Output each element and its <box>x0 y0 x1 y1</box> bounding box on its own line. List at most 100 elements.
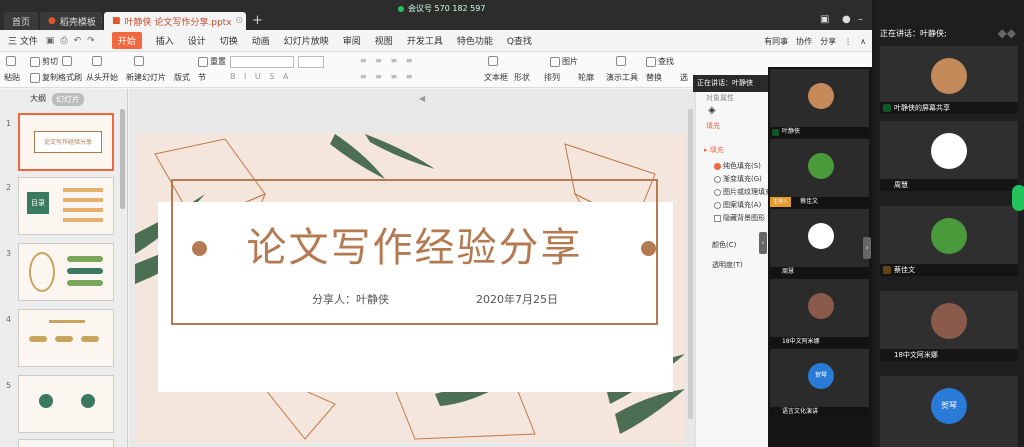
menu-item-10[interactable]: Q查找 <box>507 34 532 47</box>
participant-tile[interactable]: 18中文阿米娜 <box>880 291 1018 361</box>
paragraph-icons[interactable]: ≡ ≡ ≡ ≡ <box>360 56 415 65</box>
share-button[interactable]: 分享 <box>820 36 836 47</box>
close-icon[interactable]: ⊙ <box>236 16 244 26</box>
new-tab-button[interactable]: + <box>252 13 263 28</box>
shape-button[interactable]: 形状 <box>514 72 530 83</box>
thumb-pill <box>55 336 73 342</box>
thumb-toc-badge: 目录 <box>27 192 49 214</box>
tab-outline[interactable]: 大纲 <box>30 93 46 106</box>
collaborate-button[interactable]: 协作 <box>796 36 812 47</box>
replace-button[interactable]: 替换 <box>646 72 662 83</box>
arrange-button[interactable]: 排列 <box>544 72 560 83</box>
avatar <box>808 153 834 179</box>
copy-button[interactable]: 复制 <box>30 72 58 83</box>
collapse-ribbon-icon[interactable]: ∧ <box>860 37 866 46</box>
cut-button[interactable]: 剪切 <box>30 56 58 67</box>
new-slide-icon[interactable] <box>134 56 146 66</box>
participant-tile[interactable]: 周慧 <box>770 209 869 277</box>
redo-icon[interactable]: ↷ <box>87 36 95 46</box>
participant-tile[interactable]: 18中文阿米娜 <box>770 279 869 347</box>
section-button[interactable]: 节 <box>198 72 206 83</box>
presentation-tools-icon[interactable] <box>616 56 628 66</box>
reset-button[interactable]: 重置 <box>198 56 226 67</box>
outline-button[interactable]: 轮廓 <box>578 72 594 83</box>
canvas-scrollbar[interactable] <box>688 109 693 419</box>
layout-button[interactable]: 版式 <box>174 72 190 83</box>
font-style-icons[interactable]: B I U S A <box>230 72 291 81</box>
menu-item-3[interactable]: 切换 <box>220 34 238 47</box>
participant-tile[interactable]: 叶静侠的屏幕共享 <box>880 46 1018 114</box>
find-button[interactable]: 查找 <box>646 56 674 67</box>
format-painter-icon[interactable] <box>62 56 74 66</box>
presentation-tools-button[interactable]: 演示工具 <box>606 72 638 83</box>
props-section-fill[interactable]: ▸ 填充 <box>704 145 724 155</box>
menu-item-5[interactable]: 幻灯片放映 <box>284 34 329 47</box>
slide-thumb-6[interactable] <box>18 439 114 447</box>
slide-presenter[interactable]: 分享人：叶静侠 <box>312 291 389 307</box>
tab-pptx-document[interactable]: ■ 叶静侠 论文写作分享.pptx ⊙ <box>104 12 246 30</box>
format-painter-button[interactable]: 格式刷 <box>58 72 82 83</box>
fill-option-picture[interactable]: 图片或纹理填充 <box>714 187 772 197</box>
close-icon[interactable]: × <box>100 16 102 26</box>
collapse-pane-icon[interactable]: › <box>759 232 767 254</box>
participant-name: 18中文阿米娜 <box>880 349 1018 361</box>
participant-tile[interactable]: 贺琴 语言文化演讲 <box>770 349 869 417</box>
slide-title[interactable]: 论文写作经验分享 <box>171 215 658 273</box>
pane-toggle-icon[interactable]: ◀ <box>419 94 425 103</box>
avatar <box>808 83 834 109</box>
menu-item-6[interactable]: 审阅 <box>343 34 361 47</box>
textbox-button[interactable]: 文本框 <box>484 72 508 83</box>
menu-item-9[interactable]: 特色功能 <box>457 34 493 47</box>
menu-item-7[interactable]: 视图 <box>375 34 393 47</box>
menu-item-1[interactable]: 插入 <box>156 34 174 47</box>
play-icon[interactable] <box>92 56 104 66</box>
slide-thumb-4[interactable] <box>18 309 114 367</box>
paste-button[interactable]: 粘贴 <box>4 72 20 83</box>
slide-date[interactable]: 2020年7月25日 <box>476 291 558 307</box>
participant-tile[interactable]: 蔡佳文 <box>880 206 1018 276</box>
participant-tile[interactable]: 叶静侠 <box>770 69 869 137</box>
print-icon[interactable]: ⎙ <box>60 36 67 46</box>
menu-item-8[interactable]: 开发工具 <box>407 34 443 47</box>
new-slide-button[interactable]: 新建幻灯片 <box>126 72 166 83</box>
menu-item-0[interactable]: 开始 <box>111 32 142 49</box>
side-toggle-button[interactable] <box>1012 185 1024 211</box>
paste-icon[interactable] <box>6 56 18 66</box>
more-icon[interactable]: ⋮ <box>844 37 852 46</box>
fill-bucket-icon[interactable]: ◈ <box>708 105 716 116</box>
tab-home[interactable]: 首页 <box>4 12 38 30</box>
menu-item-2[interactable]: 设计 <box>188 34 206 47</box>
thumbnails-scrollbar[interactable] <box>120 109 125 209</box>
slide-thumb-3[interactable] <box>18 243 114 301</box>
tab-slides[interactable]: 幻灯片 <box>52 93 84 106</box>
textbox-icon[interactable] <box>488 56 500 66</box>
thumb-number-2: 2 <box>6 183 12 192</box>
user-icon[interactable]: ● <box>842 14 851 25</box>
select-button[interactable]: 选 <box>680 72 688 83</box>
fill-option-solid[interactable]: 纯色填充(S) <box>714 161 761 171</box>
participant-tile[interactable]: 贺琴 <box>880 376 1018 447</box>
from-start-button[interactable]: 从头开始 <box>86 72 118 83</box>
colleague-button[interactable]: 有同事 <box>764 36 788 47</box>
hide-background-checkbox[interactable]: 隐藏背景图形 <box>714 213 765 223</box>
participant-tile[interactable]: 周慧 <box>880 121 1018 191</box>
font-size-select[interactable] <box>298 56 324 68</box>
minimize-icon[interactable]: – <box>858 14 863 25</box>
save-icon[interactable]: ▣ <box>46 36 55 46</box>
fill-option-pattern[interactable]: 图案填充(A) <box>714 200 761 210</box>
tab-docer-templates[interactable]: ● 稻壳模板 × <box>40 12 102 30</box>
layout-icon[interactable]: ▣ <box>820 14 829 25</box>
slide-thumb-1[interactable]: 论文写作经验分享 <box>18 113 114 171</box>
menu-item-4[interactable]: 动画 <box>252 34 270 47</box>
font-family-select[interactable] <box>230 56 294 68</box>
undo-icon[interactable]: ↶ <box>74 36 82 46</box>
file-menu[interactable]: 三 文件 <box>0 34 46 47</box>
slide-thumb-2[interactable]: 目录 <box>18 177 114 235</box>
participant-tile[interactable]: 主持人 蔡佳文 <box>770 139 869 207</box>
align-icons[interactable]: ≡ ≡ ≡ ≡ <box>360 72 415 81</box>
expand-panel-icon[interactable]: › <box>863 237 871 259</box>
props-tab-fill[interactable]: 填充 <box>706 121 720 131</box>
slide-thumb-5[interactable] <box>18 375 114 433</box>
picture-button[interactable]: 图片 <box>550 56 578 67</box>
fill-option-gradient[interactable]: 渐变填充(G) <box>714 174 762 184</box>
